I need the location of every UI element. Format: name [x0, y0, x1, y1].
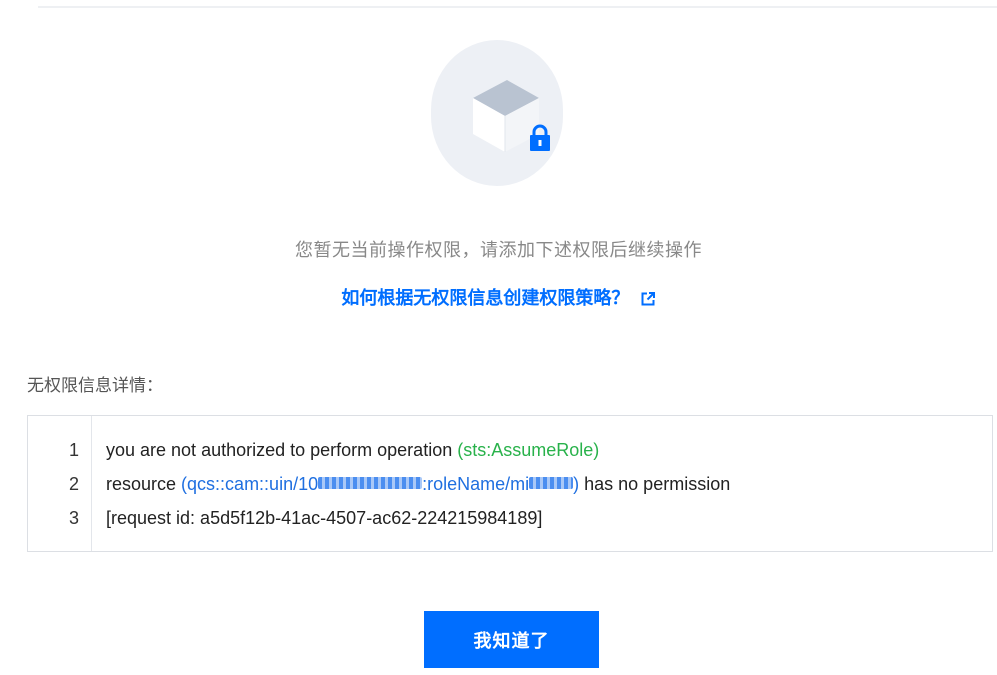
resource-start: (qcs::cam::uin/10 — [181, 474, 319, 494]
code-message: you are not authorized to perform operat… — [106, 440, 458, 460]
redacted-block — [318, 477, 423, 489]
permission-detail-box: 1 you are not authorized to perform oper… — [27, 415, 993, 552]
code-message: has no permission — [579, 474, 731, 494]
detail-label: 无权限信息详情： — [27, 376, 163, 396]
code-line: 1 you are not authorized to perform oper… — [28, 438, 992, 462]
code-text: resource (qcs::cam::uin/10:roleName/mi) … — [106, 472, 730, 496]
help-link-label: 如何根据无权限信息创建权限策略？ — [341, 288, 630, 309]
ok-button[interactable]: 我知道了 — [424, 611, 599, 668]
external-link-icon — [640, 291, 656, 312]
help-link[interactable]: 如何根据无权限信息创建权限策略？ — [0, 284, 997, 312]
line-number: 2 — [68, 474, 79, 494]
resource-mid: :roleName/mi — [422, 474, 530, 494]
permission-notice: 您暂无当前操作权限，请添加下述权限后继续操作 — [295, 240, 702, 261]
code-line: 3 [request id: a5d5f12b-41ac-4507-ac62-2… — [28, 506, 992, 530]
locked-box-icon — [431, 40, 563, 186]
code-message: resource — [106, 474, 182, 494]
code-text: you are not authorized to perform operat… — [106, 438, 599, 462]
operation-highlight: (sts:AssumeRole) — [457, 440, 600, 460]
line-number: 3 — [68, 508, 79, 528]
line-number: 1 — [68, 440, 79, 460]
redacted-block — [529, 477, 574, 489]
code-text: [request id: a5d5f12b-41ac-4507-ac62-224… — [106, 508, 543, 528]
code-line: 2 resource (qcs::cam::uin/10 :roleName/mi… — [28, 472, 992, 496]
top-divider — [38, 6, 997, 8]
